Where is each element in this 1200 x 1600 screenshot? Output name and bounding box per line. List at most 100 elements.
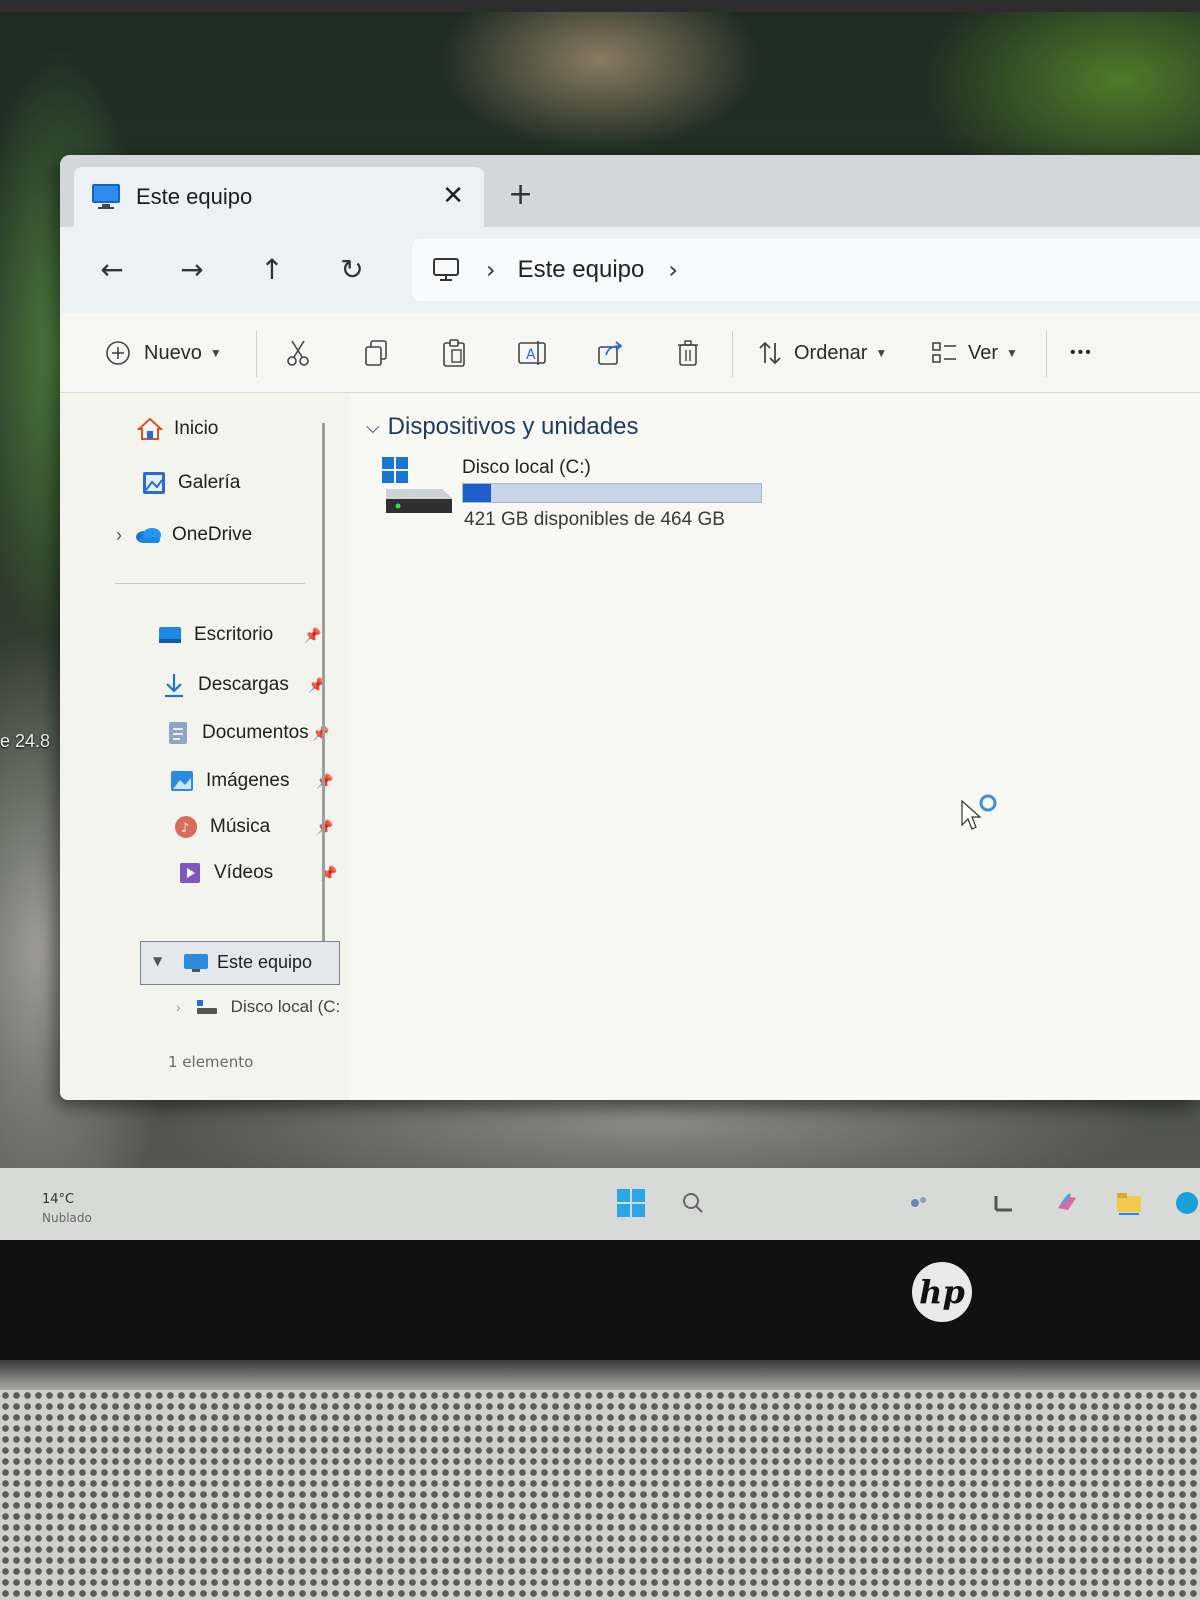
rename-button[interactable]: A bbox=[516, 333, 548, 373]
copy-button[interactable] bbox=[360, 333, 392, 373]
home-icon bbox=[136, 415, 164, 443]
laptop-bezel bbox=[0, 1240, 1200, 1360]
file-explorer-icon[interactable] bbox=[1112, 1186, 1146, 1220]
drive-tile-c[interactable]: Disco local (C:) 421 GB disponibles de 4… bbox=[380, 455, 800, 535]
music-icon: ♪ bbox=[172, 813, 200, 841]
group-header-dispositivos[interactable]: ⌵ Dispositivos y unidades bbox=[366, 413, 638, 441]
file-list-area[interactable]: ⌵ Dispositivos y unidades Disco local (C… bbox=[350, 393, 1200, 1100]
chevron-down-icon[interactable]: ▼ bbox=[153, 954, 162, 968]
videos-icon bbox=[176, 859, 204, 887]
sidebar-item-label: Vídeos bbox=[214, 862, 274, 883]
view-button[interactable]: Ver ▼ bbox=[928, 333, 1018, 373]
documents-icon bbox=[164, 719, 192, 747]
paste-button[interactable] bbox=[438, 333, 470, 373]
widgets-icon[interactable] bbox=[902, 1186, 936, 1220]
windows-start-icon[interactable] bbox=[614, 1186, 648, 1220]
desktop-folder-icon bbox=[156, 621, 184, 649]
view-label: Ver bbox=[968, 341, 999, 364]
chevron-down-icon: ▼ bbox=[209, 346, 222, 360]
share-button[interactable] bbox=[594, 333, 626, 373]
rename-icon: A bbox=[516, 337, 548, 369]
breadcrumb-chevron-icon[interactable]: › bbox=[486, 256, 496, 284]
navigation-pane: Inicio Galería › OneDrive Escritorio 📌 D… bbox=[60, 393, 350, 1100]
sidebar-item-imagenes[interactable]: Imágenes 📌 bbox=[168, 767, 333, 795]
delete-button[interactable] bbox=[672, 333, 704, 373]
pictures-icon bbox=[168, 767, 196, 795]
sidebar-item-inicio[interactable]: Inicio bbox=[136, 415, 218, 443]
new-button[interactable]: Nuevo ▼ bbox=[102, 333, 222, 373]
copy-icon bbox=[360, 337, 392, 369]
screen-bezel-top bbox=[0, 0, 1200, 12]
gallery-icon bbox=[140, 469, 168, 497]
sidebar-item-label: Descargas bbox=[198, 674, 289, 695]
sort-label: Ordenar bbox=[794, 341, 868, 364]
drive-free-space: 421 GB disponibles de 464 GB bbox=[464, 509, 725, 530]
sidebar-item-label: Música bbox=[210, 816, 271, 837]
weather-description[interactable]: Nublado bbox=[42, 1211, 92, 1225]
scissors-icon bbox=[282, 337, 314, 369]
sidebar-item-label: Disco local (C: bbox=[230, 997, 341, 1016]
weather-temperature[interactable]: 14°C bbox=[42, 1192, 74, 1207]
sidebar-item-label: Escritorio bbox=[194, 624, 274, 645]
status-bar-item-count: 1 elemento bbox=[168, 1053, 254, 1071]
sidebar-item-este-equipo[interactable]: ▼ Este equipo bbox=[140, 941, 340, 985]
sidebar-item-label: Imágenes bbox=[206, 770, 290, 791]
toolbar-divider bbox=[732, 331, 733, 377]
tab-title: Este equipo bbox=[136, 184, 253, 209]
hp-logo: hp bbox=[912, 1262, 972, 1322]
sidebar-item-escritorio[interactable]: Escritorio 📌 bbox=[156, 621, 321, 649]
computer-icon bbox=[90, 181, 122, 213]
back-arrow-icon[interactable]: ← bbox=[92, 249, 132, 289]
new-label: Nuevo bbox=[144, 341, 202, 364]
monitor-icon bbox=[432, 255, 462, 285]
address-bar[interactable]: › Este equipo › bbox=[412, 239, 1200, 301]
chevron-down-icon: ▼ bbox=[875, 346, 888, 360]
up-arrow-icon[interactable]: ↑ bbox=[252, 249, 292, 289]
edge-icon[interactable] bbox=[1170, 1186, 1200, 1220]
sidebar-item-videos[interactable]: Vídeos 📌 bbox=[176, 859, 337, 887]
cut-button[interactable] bbox=[282, 333, 314, 373]
sidebar-item-musica[interactable]: ♪ Música 📌 bbox=[172, 813, 333, 841]
chevron-right-icon[interactable]: › bbox=[116, 525, 122, 546]
forward-arrow-icon[interactable]: → bbox=[172, 249, 212, 289]
breadcrumb-este-equipo[interactable]: Este equipo bbox=[518, 256, 645, 284]
drive-name: Disco local (C:) bbox=[462, 457, 591, 478]
svg-text:♪: ♪ bbox=[181, 821, 189, 836]
trash-icon bbox=[672, 337, 704, 369]
sidebar-item-label: Este equipo bbox=[217, 952, 313, 972]
task-view-icon[interactable] bbox=[986, 1186, 1020, 1220]
command-bar: Nuevo ▼ A Ordenar ▼ Ver ▼ ••• bbox=[60, 313, 1200, 393]
sidebar-item-galeria[interactable]: Galería bbox=[140, 469, 240, 497]
desktop-icon-label[interactable]: e 24.8 bbox=[0, 731, 50, 752]
laptop-hinge bbox=[0, 1360, 1200, 1390]
chevron-right-icon[interactable]: › bbox=[176, 999, 181, 1015]
share-icon bbox=[594, 337, 626, 369]
refresh-icon[interactable]: ↻ bbox=[332, 249, 372, 289]
copilot-icon[interactable] bbox=[1050, 1186, 1084, 1220]
new-tab-button[interactable]: + bbox=[508, 177, 533, 212]
pin-icon[interactable]: 📌 bbox=[312, 725, 329, 742]
sidebar-item-documentos[interactable]: Documentos 📌 bbox=[164, 719, 329, 747]
more-options-icon[interactable]: ••• bbox=[1070, 333, 1093, 373]
sidebar-item-disco-local[interactable]: › Disco local (C: bbox=[176, 993, 340, 1021]
clipboard-icon bbox=[438, 337, 470, 369]
sidebar-scrollbar[interactable] bbox=[322, 423, 325, 943]
navigation-bar: ← → ↑ ↻ › Este equipo › bbox=[60, 227, 1200, 313]
tab-este-equipo[interactable]: Este equipo ✕ bbox=[74, 167, 484, 227]
breadcrumb-chevron-icon[interactable]: › bbox=[668, 256, 678, 284]
sidebar-item-onedrive[interactable]: › OneDrive bbox=[116, 521, 252, 549]
close-tab-icon[interactable]: ✕ bbox=[442, 181, 464, 211]
search-icon[interactable] bbox=[676, 1186, 710, 1220]
sort-arrows-icon bbox=[754, 337, 786, 369]
sidebar-item-label: Inicio bbox=[174, 418, 219, 439]
busy-cursor-icon bbox=[960, 793, 1000, 841]
speaker-grille bbox=[0, 1390, 1200, 1600]
pin-icon[interactable]: 📌 bbox=[304, 627, 321, 644]
sort-button[interactable]: Ordenar ▼ bbox=[754, 333, 887, 373]
taskbar: 14°C Nublado bbox=[0, 1168, 1200, 1240]
drive-usage-bar bbox=[462, 483, 762, 503]
drive-usage-fill bbox=[463, 484, 491, 502]
sidebar-item-label: OneDrive bbox=[172, 524, 253, 545]
computer-icon bbox=[183, 952, 209, 978]
sidebar-item-descargas[interactable]: Descargas 📌 bbox=[160, 671, 325, 699]
